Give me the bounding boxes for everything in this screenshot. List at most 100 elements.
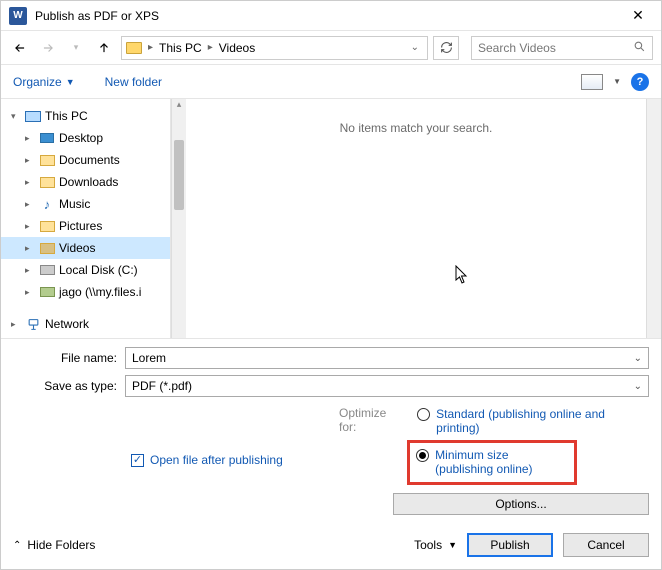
file-list-pane: No items match your search. [186, 99, 661, 338]
tree-network-drive[interactable]: ▸ jago (\\my.files.i [1, 281, 170, 303]
tree-music[interactable]: ▸ ♪ Music [1, 193, 170, 215]
tree-videos[interactable]: ▸ Videos [1, 237, 170, 259]
expand-icon[interactable]: ▸ [25, 133, 35, 144]
savetype-select[interactable]: PDF (*.pdf) ⌄ [125, 375, 649, 397]
chevron-right-icon[interactable]: ▸ [206, 42, 215, 53]
pc-icon [25, 111, 41, 122]
tree-network[interactable]: ▸ Network [1, 313, 170, 335]
network-drive-icon [40, 287, 55, 297]
tree-label: Documents [59, 153, 120, 167]
tree-scrollbar[interactable]: ▴ [171, 99, 186, 338]
breadcrumb-root[interactable]: This PC [159, 41, 202, 55]
expand-icon[interactable]: ▸ [25, 155, 35, 166]
close-button[interactable]: ✕ [623, 7, 653, 24]
network-icon [25, 317, 41, 331]
tree-label: Desktop [59, 131, 103, 145]
hide-folders-button[interactable]: ⌃ Hide Folders [13, 538, 95, 552]
window-title: Publish as PDF or XPS [35, 9, 623, 23]
tree-documents[interactable]: ▸ Documents [1, 149, 170, 171]
help-button[interactable]: ? [631, 73, 649, 91]
folder-icon [126, 42, 142, 54]
expand-icon[interactable]: ▸ [25, 243, 35, 254]
nav-back-button[interactable] [9, 37, 31, 59]
savetype-label: Save as type: [13, 379, 125, 393]
organize-label: Organize [13, 75, 62, 89]
nav-up-button[interactable] [93, 37, 115, 59]
checkbox-checked-icon: ✓ [131, 454, 144, 467]
chevron-down-icon: ▼ [66, 77, 75, 87]
titlebar: W Publish as PDF or XPS ✕ [1, 1, 661, 31]
new-folder-button[interactable]: New folder [105, 75, 162, 89]
nav-recent-dropdown[interactable]: ▾ [65, 37, 87, 59]
scrollbar-thumb[interactable] [174, 140, 184, 210]
collapse-icon[interactable]: ▾ [11, 111, 21, 122]
expand-icon[interactable]: ▸ [25, 177, 35, 188]
filename-input[interactable]: Lorem ⌄ [125, 347, 649, 369]
chevron-down-icon[interactable]: ⌄ [634, 353, 642, 364]
address-bar[interactable]: ▸ This PC ▸ Videos ⌄ [121, 36, 428, 60]
expand-icon[interactable]: ▸ [25, 199, 35, 210]
optimize-standard-radio[interactable]: Standard (publishing online and printing… [413, 405, 649, 437]
save-panel: File name: Lorem ⌄ Save as type: PDF (*.… [1, 338, 661, 525]
drive-icon [40, 265, 55, 275]
expand-icon[interactable]: ▸ [25, 287, 35, 298]
tree-label: Music [59, 197, 90, 211]
nav-forward-button[interactable] [37, 37, 59, 59]
radio-checked-icon [416, 449, 429, 462]
options-button[interactable]: Options... [393, 493, 649, 515]
publish-button[interactable]: Publish [467, 533, 553, 557]
tree-label: Videos [59, 241, 95, 255]
search-input[interactable]: Search Videos [471, 36, 653, 60]
tree-label: Network [45, 317, 89, 331]
expand-icon[interactable]: ▸ [25, 221, 35, 232]
optimize-standard-label: Standard (publishing online and printing… [436, 407, 645, 435]
tree-this-pc[interactable]: ▾ This PC [1, 105, 170, 127]
address-dropdown-icon[interactable]: ⌄ [407, 42, 423, 53]
optimize-radio-group: Standard (publishing online and printing… [413, 405, 649, 485]
search-icon[interactable] [633, 40, 646, 56]
tree-label: jago (\\my.files.i [59, 285, 141, 299]
refresh-button[interactable] [433, 36, 459, 60]
tree-pictures[interactable]: ▸ Pictures [1, 215, 170, 237]
tree-downloads[interactable]: ▸ Downloads [1, 171, 170, 193]
chevron-down-icon[interactable]: ▼ [613, 77, 621, 86]
tree-local-disk[interactable]: ▸ Local Disk (C:) [1, 259, 170, 281]
organize-menu[interactable]: Organize ▼ [13, 75, 75, 89]
tree-desktop[interactable]: ▸ Desktop [1, 127, 170, 149]
content-scrollbar[interactable] [646, 99, 661, 338]
empty-message: No items match your search. [186, 121, 646, 135]
cursor-icon [455, 265, 471, 288]
search-placeholder: Search Videos [478, 41, 556, 55]
word-app-icon: W [9, 7, 27, 25]
desktop-icon [40, 133, 54, 143]
chevron-down-icon[interactable]: ⌄ [634, 381, 642, 392]
highlight-box: Minimum size (publishing online) [407, 440, 577, 485]
tools-menu[interactable]: Tools ▼ [414, 538, 457, 552]
tree-label: This PC [45, 109, 88, 123]
nav-tree: ▾ This PC ▸ Desktop ▸ Documents ▸ Downlo… [1, 99, 171, 338]
navigation-bar: ▾ ▸ This PC ▸ Videos ⌄ Search Videos [1, 31, 661, 65]
command-bar: Organize ▼ New folder ▼ ? [1, 65, 661, 99]
open-after-label: Open file after publishing [150, 453, 283, 467]
hide-folders-label: Hide Folders [27, 538, 95, 552]
chevron-right-icon[interactable]: ▸ [146, 42, 155, 53]
breadcrumb-current[interactable]: Videos [219, 41, 255, 55]
optimize-minimum-radio[interactable]: Minimum size (publishing online) [412, 446, 568, 478]
file-list[interactable]: No items match your search. [186, 99, 646, 338]
radio-unchecked-icon [417, 408, 430, 421]
tree-label: Pictures [59, 219, 102, 233]
open-after-publish-checkbox[interactable]: ✓ Open file after publishing [131, 405, 283, 515]
music-icon: ♪ [39, 197, 55, 211]
explorer-body: ▾ This PC ▸ Desktop ▸ Documents ▸ Downlo… [1, 99, 661, 338]
cancel-button[interactable]: Cancel [563, 533, 649, 557]
filename-value: Lorem [132, 351, 166, 365]
filename-label: File name: [13, 351, 125, 365]
expand-icon[interactable]: ▸ [25, 265, 35, 276]
chevron-down-icon: ▼ [448, 540, 457, 550]
view-menu-button[interactable] [581, 74, 603, 90]
expand-icon[interactable]: ▸ [11, 319, 21, 330]
dialog-window: W Publish as PDF or XPS ✕ ▾ ▸ This PC ▸ … [0, 0, 662, 570]
optimize-for-label: Optimize for: [339, 405, 413, 485]
folder-icon [40, 221, 55, 232]
tree-label: Local Disk (C:) [59, 263, 138, 277]
